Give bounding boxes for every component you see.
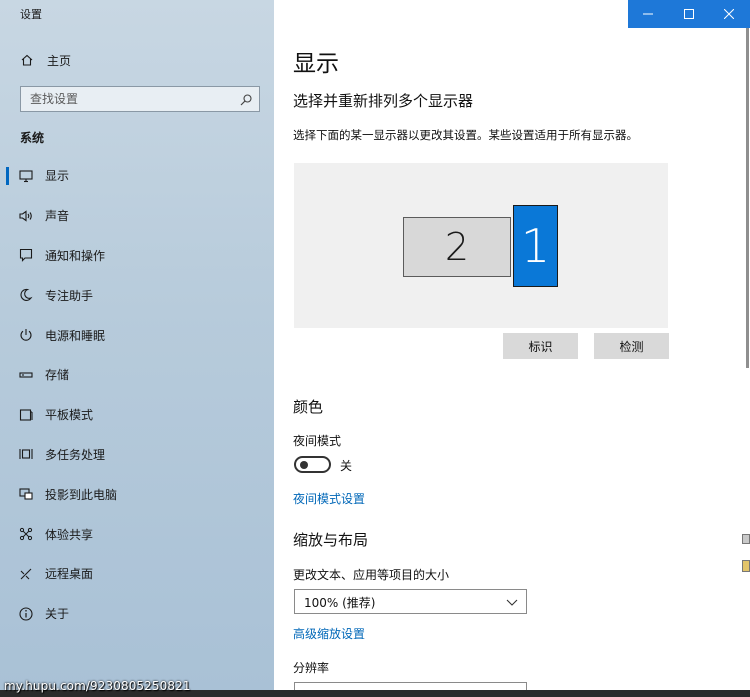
settings-window: 设置 主页 系统 显示 声	[0, 0, 750, 690]
monitor-1[interactable]: 1	[513, 205, 558, 287]
desktop-icons-edge	[742, 528, 750, 588]
search-input[interactable]	[21, 87, 231, 111]
sidebar-item-remote-desktop[interactable]: 远程桌面	[0, 554, 274, 594]
minimize-button[interactable]	[628, 0, 669, 28]
sidebar-item-focus-assist[interactable]: 专注助手	[0, 275, 274, 315]
desktop-icon	[742, 534, 750, 544]
search-icon[interactable]	[239, 92, 253, 106]
arrange-description: 选择下面的某一显示器以更改其设置。某些设置适用于所有显示器。	[293, 128, 638, 142]
monitor-2[interactable]: 2	[403, 217, 511, 277]
storage-icon	[18, 367, 34, 383]
sidebar: 设置 主页 系统 显示 声	[0, 0, 274, 690]
content-pane: 显示 选择并重新排列多个显示器 选择下面的某一显示器以更改其设置。某些设置适用于…	[274, 0, 750, 690]
sidebar-item-label: 通知和操作	[45, 248, 106, 263]
page-title: 显示	[293, 51, 339, 77]
scale-heading: 缩放与布局	[293, 531, 369, 549]
sidebar-item-about[interactable]: 关于	[0, 594, 274, 634]
desktop-icon	[742, 560, 750, 572]
multitask-icon	[18, 446, 34, 462]
monitor-arrangement: 2 1	[294, 163, 668, 328]
home-label: 主页	[47, 53, 72, 68]
home-icon	[20, 53, 34, 67]
notification-icon	[18, 247, 34, 263]
resolution-dropdown[interactable]	[294, 682, 527, 690]
scale-value: 100% (推荐)	[304, 596, 376, 610]
sidebar-item-project[interactable]: 投影到此电脑	[0, 474, 274, 514]
section-heading-system: 系统	[20, 131, 45, 145]
color-heading: 颜色	[293, 398, 324, 416]
project-icon	[18, 486, 34, 502]
sidebar-item-sound[interactable]: 声音	[0, 196, 274, 236]
scrollbar[interactable]	[744, 28, 750, 690]
share-icon	[18, 526, 34, 542]
night-mode-settings-link[interactable]: 夜间模式设置	[293, 490, 365, 507]
maximize-button[interactable]	[669, 0, 710, 28]
sidebar-item-tablet-mode[interactable]: 平板模式	[0, 395, 274, 435]
sidebar-item-label: 体验共享	[45, 527, 94, 542]
night-mode-toggle[interactable]	[294, 456, 331, 473]
tablet-icon	[18, 407, 34, 423]
night-mode-state: 关	[340, 459, 353, 473]
speaker-icon	[18, 208, 34, 224]
sidebar-item-multitasking[interactable]: 多任务处理	[0, 435, 274, 475]
search-box[interactable]	[20, 86, 260, 112]
sidebar-item-label: 存储	[45, 368, 70, 383]
moon-icon	[18, 287, 34, 303]
sidebar-item-power[interactable]: 电源和睡眠	[0, 315, 274, 355]
power-icon	[18, 327, 34, 343]
sidebar-item-label: 远程桌面	[45, 567, 94, 582]
monitor-icon	[18, 168, 34, 184]
sidebar-item-display[interactable]: 显示	[0, 156, 274, 196]
minimize-icon	[643, 13, 654, 15]
scale-dropdown[interactable]: 100% (推荐)	[294, 589, 527, 614]
sidebar-item-shared-experiences[interactable]: 体验共享	[0, 514, 274, 554]
close-icon	[724, 9, 735, 19]
sidebar-item-label: 投影到此电脑	[45, 487, 118, 502]
remote-desktop-icon	[18, 566, 34, 582]
app-title: 设置	[20, 8, 42, 21]
watermark: my.hupu.com/9230805250821	[4, 679, 191, 693]
toggle-knob	[300, 461, 308, 469]
night-mode-label: 夜间模式	[293, 434, 342, 448]
scrollbar-thumb[interactable]	[746, 28, 749, 368]
detect-button[interactable]: 检测	[594, 333, 669, 359]
identify-button[interactable]: 标识	[503, 333, 578, 359]
maximize-icon	[683, 9, 694, 19]
sidebar-item-home[interactable]: 主页	[0, 46, 274, 74]
resolution-label: 分辨率	[293, 661, 330, 675]
sidebar-item-label: 平板模式	[45, 408, 94, 423]
info-icon	[18, 606, 34, 622]
scale-label: 更改文本、应用等项目的大小	[293, 568, 450, 582]
advanced-scaling-link[interactable]: 高级缩放设置	[293, 625, 365, 642]
window-controls	[628, 0, 750, 28]
chevron-down-icon	[506, 599, 518, 606]
close-button[interactable]	[709, 0, 750, 28]
sidebar-item-label: 显示	[45, 169, 70, 184]
sidebar-item-label: 电源和睡眠	[45, 328, 106, 343]
sidebar-item-label: 声音	[45, 209, 70, 224]
sidebar-item-label: 关于	[45, 607, 70, 622]
sidebar-item-storage[interactable]: 存储	[0, 355, 274, 395]
sidebar-item-notifications[interactable]: 通知和操作	[0, 236, 274, 276]
sidebar-item-label: 多任务处理	[45, 447, 106, 462]
sidebar-nav: 显示 声音 通知和操作 专注助手 电源和睡眠 存储 平板模式 多任务处理 投影到…	[0, 156, 274, 634]
arrange-heading: 选择并重新排列多个显示器	[293, 92, 474, 110]
sidebar-item-label: 专注助手	[45, 288, 94, 303]
